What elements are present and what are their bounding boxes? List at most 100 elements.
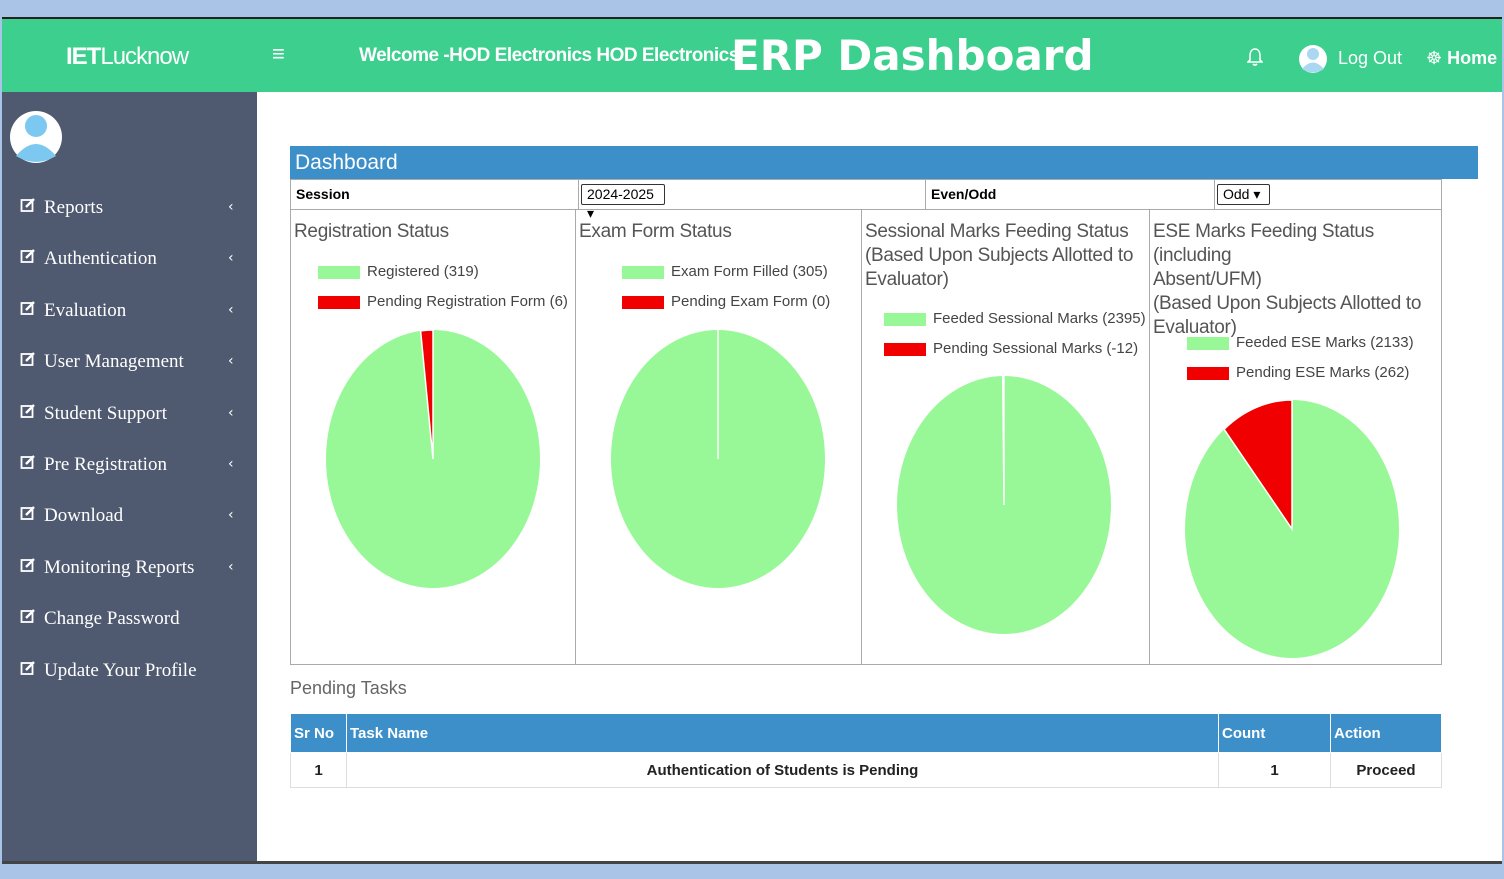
legend-swatch — [1187, 336, 1229, 350]
pending-tasks-table: Sr No Task Name Count Action 1 Authentic… — [290, 713, 1442, 788]
task-sr: 1 — [290, 752, 347, 788]
pending-tasks-label: Pending Tasks — [290, 678, 407, 698]
chart-title: Registration Status — [294, 220, 449, 244]
sidebar-item-label: Monitoring Reports — [44, 556, 195, 578]
legend-label: Feeded ESE Marks (2133) — [1236, 334, 1414, 351]
sidebar-item-label: Student Support — [44, 402, 167, 424]
sidebar-item[interactable]: Update Your Profile — [2, 645, 257, 696]
sidebar-item[interactable]: Monitoring Reports ‹ — [2, 542, 257, 593]
legend-label: Pending ESE Marks (262) — [1236, 364, 1410, 381]
col-action: Action — [1330, 713, 1442, 753]
sidebar-item-label: User Management — [44, 351, 184, 373]
legend-label: Registered (319) — [367, 263, 479, 280]
chart-title-line: (Based Upon Subjects Allotted to — [1153, 293, 1422, 314]
evenodd-label: Even/Odd — [926, 180, 1215, 209]
brand-light: Lucknow — [100, 43, 189, 70]
chevron-left-icon: ‹ — [228, 199, 234, 215]
dashboard-header: Dashboard — [290, 146, 1478, 179]
sidebar-item-label: Reports — [44, 197, 104, 218]
legend-entry[interactable]: Pending Registration Form (6) — [318, 292, 568, 322]
home-link[interactable]: ☸ Home — [1426, 48, 1497, 69]
sidebar: Reports ‹ Authentication ‹ Evaluation ‹ User M… — [2, 92, 257, 861]
legend-swatch — [318, 265, 360, 279]
sidebar-item[interactable]: Authentication ‹ — [2, 233, 257, 284]
sidebar-item-label: Evaluation — [44, 299, 127, 321]
sidebar-menu: Reports ‹ Authentication ‹ Evaluation ‹ User M… — [2, 182, 257, 696]
sidebar-item-label: Pre Registration — [44, 453, 167, 475]
chart-title: Exam Form Status — [579, 220, 732, 244]
edit-icon — [20, 285, 44, 336]
dashboard-icon: ☸ — [1426, 48, 1443, 68]
legend-entry[interactable]: Feeded Sessional Marks (2395) — [884, 309, 1146, 339]
legend-swatch — [884, 342, 926, 356]
hamburger-icon[interactable]: ≡ — [272, 41, 285, 67]
app-window: IETLucknow ≡ Welcome -HOD Electronics HO… — [2, 17, 1502, 864]
session-select[interactable]: 2024-2025 ▾ — [581, 184, 665, 221]
chart-title-line: ESE Marks Feeding Status (including — [1153, 221, 1374, 266]
col-count: Count — [1218, 713, 1331, 753]
sidebar-item-label: Download — [44, 505, 124, 527]
chevron-left-icon: ‹ — [228, 301, 234, 318]
chart-legend: Registered (319) Pending Registration For… — [318, 262, 568, 322]
edit-icon — [20, 439, 44, 490]
edit-icon — [20, 182, 44, 233]
evenodd-value: Odd — [1223, 186, 1250, 202]
bell-icon[interactable] — [1246, 47, 1264, 72]
sidebar-item[interactable]: Evaluation ‹ — [2, 285, 257, 336]
chart-panel: ESE Marks Feeding Status (including Absen… — [1150, 210, 1441, 664]
session-label: Session — [291, 180, 579, 209]
sidebar-item[interactable]: Student Support ‹ — [2, 388, 257, 439]
chevron-left-icon: ‹ — [228, 507, 234, 524]
sidebar-item[interactable]: Reports ‹ — [2, 182, 257, 233]
chevron-left-icon: ‹ — [228, 558, 234, 575]
chart-title-line: Exam Form Status — [579, 221, 732, 242]
legend-entry[interactable]: Registered (319) — [318, 262, 568, 292]
sidebar-item[interactable]: Pre Registration ‹ — [2, 439, 257, 490]
task-count: 1 — [1218, 752, 1331, 788]
chart-panel: Exam Form Status Exam Form Filled (305) Pe… — [576, 210, 862, 664]
col-task-name: Task Name — [346, 713, 1219, 753]
edit-icon — [20, 593, 44, 644]
chart-title-line: Absent/UFM) — [1153, 269, 1262, 290]
home-label: Home — [1447, 48, 1498, 68]
evenodd-select[interactable]: Odd ▾ — [1217, 184, 1270, 205]
legend-swatch — [622, 265, 664, 279]
top-navbar: IETLucknow ≡ Welcome -HOD Electronics HO… — [2, 19, 1502, 92]
page-title: ERP Dashboard — [731, 31, 1094, 80]
logout-link[interactable]: Log Out — [1338, 48, 1402, 69]
brand-logo[interactable]: IETLucknow — [66, 43, 189, 71]
avatar — [10, 104, 62, 166]
user-avatar-icon[interactable] — [1299, 42, 1327, 74]
legend-entry[interactable]: Pending Sessional Marks (-12) — [884, 339, 1146, 369]
chart-panel: Registration Status Registered (319) Pendi… — [291, 210, 576, 664]
table-header-row: Sr No Task Name Count Action — [290, 713, 1442, 753]
edit-icon — [20, 336, 44, 387]
sidebar-item-label: Update Your Profile — [44, 659, 197, 681]
sidebar-item-label: Change Password — [44, 608, 180, 630]
legend-label: Feeded Sessional Marks (2395) — [933, 310, 1146, 327]
edit-icon — [20, 490, 44, 541]
legend-label: Pending Registration Form (6) — [367, 293, 568, 310]
sidebar-item[interactable]: Download ‹ — [2, 490, 257, 541]
filter-row: Session 2024-2025 ▾ Even/Odd Odd ▾ — [290, 179, 1442, 221]
chart-title: ESE Marks Feeding Status (including Absen… — [1153, 220, 1441, 340]
legend-entry[interactable]: Pending ESE Marks (262) — [1187, 363, 1414, 393]
sidebar-item[interactable]: Change Password — [2, 593, 257, 644]
chevron-left-icon: ‹ — [228, 455, 234, 472]
status-charts: Registration Status Registered (319) Pendi… — [290, 210, 1442, 665]
sidebar-item-label: Authentication — [44, 248, 157, 270]
proceed-button[interactable]: Proceed — [1330, 752, 1442, 788]
edit-icon — [20, 542, 44, 593]
legend-entry[interactable]: Exam Form Filled (305) — [622, 262, 830, 292]
edit-icon — [20, 233, 44, 284]
sidebar-item[interactable]: User Management ‹ — [2, 336, 257, 387]
legend-label: Pending Sessional Marks (-12) — [933, 340, 1139, 357]
legend-entry[interactable]: Feeded ESE Marks (2133) — [1187, 333, 1414, 363]
legend-swatch — [622, 295, 664, 309]
legend-entry[interactable]: Pending Exam Form (0) — [622, 292, 830, 322]
chart-legend: Feeded Sessional Marks (2395) Pending Ses… — [884, 309, 1146, 369]
chevron-left-icon: ‹ — [228, 250, 234, 267]
session-value: 2024-2025 — [587, 186, 654, 202]
edit-icon — [20, 645, 44, 696]
legend-swatch — [1187, 366, 1229, 380]
